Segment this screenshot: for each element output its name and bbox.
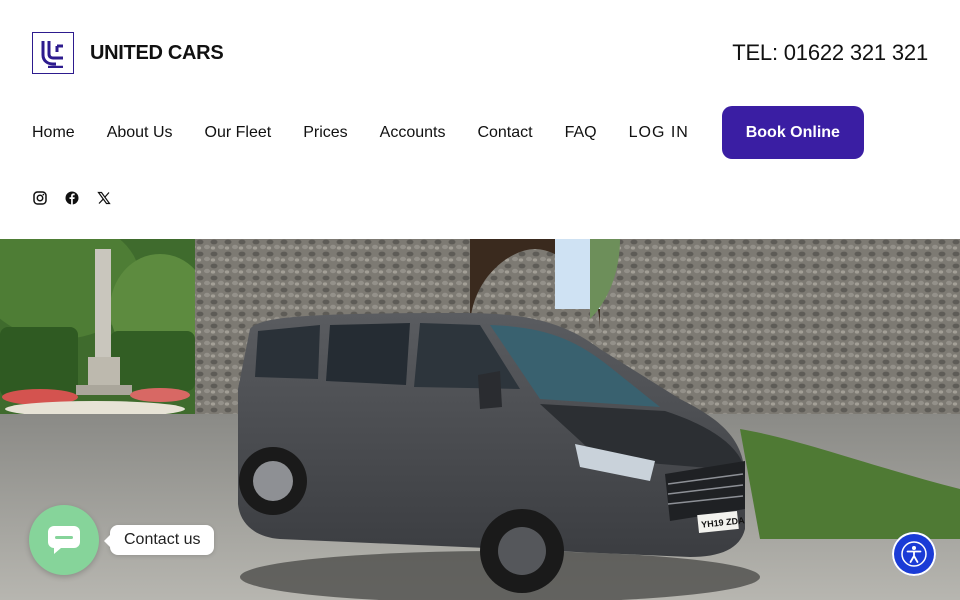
uc-monogram-icon	[32, 32, 74, 74]
social-links	[32, 190, 128, 206]
nav-contact[interactable]: Contact	[477, 124, 532, 142]
nav-about-us[interactable]: About Us	[107, 124, 173, 142]
nav-faq[interactable]: FAQ	[565, 124, 597, 142]
accessibility-icon[interactable]	[892, 532, 936, 576]
facebook-icon[interactable]	[64, 190, 80, 206]
phone-number[interactable]: TEL: 01622 321 321	[732, 40, 928, 66]
nav-prices[interactable]: Prices	[303, 124, 347, 142]
nav-our-fleet[interactable]: Our Fleet	[205, 124, 272, 142]
x-twitter-icon[interactable]	[96, 190, 112, 206]
contact-us-label[interactable]: Contact us	[103, 525, 215, 555]
brand-logo[interactable]: UNITED CARS	[32, 32, 224, 74]
brand-name: UNITED CARS	[90, 41, 224, 64]
book-online-button[interactable]: Book Online	[721, 106, 864, 159]
nav-log-in[interactable]: LOG IN	[629, 124, 689, 142]
nav-home[interactable]: Home	[32, 124, 75, 142]
nav-accounts[interactable]: Accounts	[380, 124, 446, 142]
instagram-icon[interactable]	[32, 190, 48, 206]
site-header: UNITED CARS TEL: 01622 321 321 Home Abou…	[0, 0, 960, 239]
chat-bubble-icon[interactable]	[29, 505, 99, 575]
main-nav: Home About Us Our Fleet Prices Accounts …	[32, 106, 864, 159]
